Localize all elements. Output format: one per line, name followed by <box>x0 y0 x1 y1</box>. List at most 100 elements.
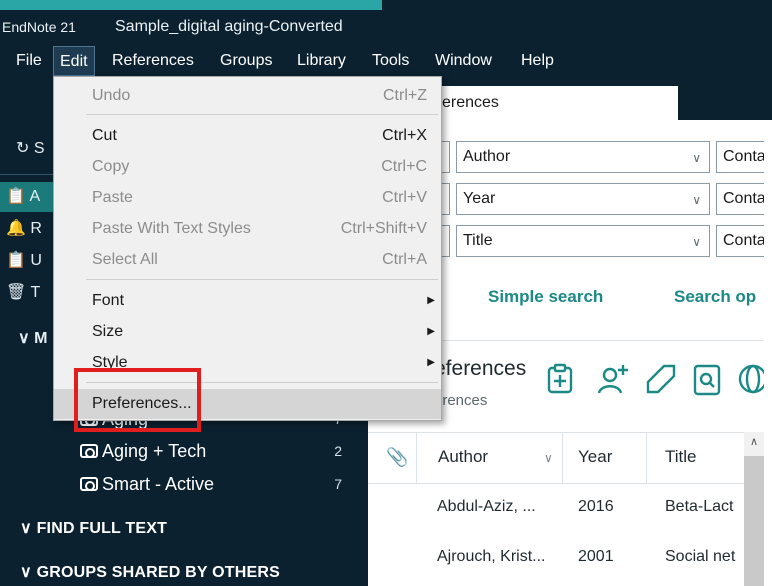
menu-window[interactable]: Window <box>429 46 498 76</box>
chevron-right-icon: ▶ <box>427 326 435 337</box>
chevron-down-icon: ∨ <box>18 330 30 347</box>
document-name: Sample_digital aging-Converted <box>115 18 343 35</box>
menu-tools[interactable]: Tools <box>366 46 415 76</box>
chevron-down-icon: ∨ <box>20 520 32 537</box>
smart-group-icon <box>80 477 98 491</box>
add-user-icon[interactable] <box>596 362 630 396</box>
title-accent-bar <box>0 0 382 10</box>
column-divider <box>646 433 647 483</box>
chevron-right-icon: ▶ <box>427 295 435 306</box>
sidebar-item-label: T <box>30 284 41 301</box>
smart-group-icon <box>80 444 98 458</box>
menu-item-size[interactable]: Size ▶ <box>54 317 441 347</box>
sidebar-item-label: R <box>30 220 42 237</box>
sidebar-item-label: A <box>29 188 41 205</box>
menu-separator <box>86 279 438 280</box>
menu-item-copy[interactable]: Copy Ctrl+C <box>54 152 441 182</box>
menu-separator <box>86 114 438 115</box>
menu-item-label: Cut <box>92 127 117 144</box>
column-year[interactable]: Year <box>578 447 612 467</box>
references-title: eferences <box>434 357 527 380</box>
simple-search-link[interactable]: Simple search <box>488 287 603 307</box>
sync-row[interactable]: ↻ S <box>16 134 45 164</box>
groups-shared-header[interactable]: ∨ GROUPS SHARED BY OTHERS <box>20 562 280 582</box>
sidebar-item-all[interactable]: 📋 A <box>0 182 60 212</box>
field-value: Author <box>463 148 511 165</box>
column-divider <box>416 433 417 483</box>
menu-item-label: Copy <box>92 158 130 175</box>
find-full-text-header[interactable]: ∨ FIND FULL TEXT <box>20 518 167 538</box>
app-name: EndNote 21 <box>2 19 76 35</box>
table-header: 📎 Author ∨ Year Title <box>368 432 748 484</box>
menu-file[interactable]: File <box>10 46 48 76</box>
group-item[interactable]: Aging + Tech 2 <box>80 436 350 466</box>
chevron-right-icon: ▶ <box>427 357 435 368</box>
column-divider <box>562 433 563 483</box>
search-options-link[interactable]: Search op <box>674 287 756 307</box>
new-reference-icon[interactable] <box>544 362 578 396</box>
menu-item-label: Undo <box>92 87 131 104</box>
column-title[interactable]: Title <box>665 447 697 467</box>
find-full-text-label: FIND FULL TEXT <box>36 520 168 537</box>
group-count: 2 <box>334 443 342 459</box>
sidebar-item-unfiled[interactable]: 📋 U <box>0 246 42 276</box>
group-count: 7 <box>334 476 342 492</box>
menu-item-label: Font <box>92 292 125 309</box>
menu-item-label: Select All <box>92 251 158 268</box>
column-author[interactable]: Author <box>438 447 488 467</box>
menu-item-font[interactable]: Font ▶ <box>54 286 441 316</box>
search-field-select[interactable]: Year ∨ <box>456 183 710 215</box>
sync-icon: ↻ <box>16 140 30 157</box>
clipboard-icon: 📋 <box>6 188 26 205</box>
scroll-up-icon[interactable]: ∧ <box>744 432 764 452</box>
menu-item-shortcut: Ctrl+A <box>382 251 427 268</box>
sidebar-item-recent[interactable]: 🔔 R <box>0 214 42 244</box>
menu-item-shortcut: Ctrl+Shift+V <box>340 220 427 237</box>
open-link-icon[interactable] <box>644 362 678 396</box>
sidebar-item-label: U <box>30 252 42 269</box>
menu-item-shortcut: Ctrl+X <box>382 127 427 144</box>
group-name: Smart - Active <box>102 474 215 494</box>
menu-item-shortcut: Ctrl+Z <box>383 87 427 104</box>
groups-shared-label: GROUPS SHARED BY OTHERS <box>36 564 281 581</box>
chevron-down-icon[interactable]: ∨ <box>544 451 553 465</box>
field-value: Year <box>463 190 496 207</box>
menu-item-select-all[interactable]: Select All Ctrl+A <box>54 245 441 275</box>
references-subtitle: erences <box>434 392 488 409</box>
menu-item-shortcut: Ctrl+V <box>382 189 427 206</box>
menu-bar: File Edit References Groups Library Tool… <box>0 46 772 76</box>
menu-library[interactable]: Library <box>291 46 352 76</box>
attachment-icon[interactable]: 📎 <box>386 447 408 468</box>
menu-item-undo[interactable]: Undo Ctrl+Z <box>54 81 441 111</box>
menu-item-paste-with-text-styles[interactable]: Paste With Text Styles Ctrl+Shift+V <box>54 214 441 244</box>
menu-item-paste[interactable]: Paste Ctrl+V <box>54 183 441 213</box>
search-field-select[interactable]: Author ∨ <box>456 141 710 173</box>
cell-title: Beta-Lact <box>665 498 734 515</box>
sidebar-item-trash[interactable]: 🗑 T <box>0 278 40 308</box>
chevron-down-icon: ∨ <box>692 235 701 249</box>
preferences-highlight-box <box>74 368 201 432</box>
menu-edit[interactable]: Edit <box>53 46 95 76</box>
menu-groups[interactable]: Groups <box>214 46 278 76</box>
group-item[interactable]: Smart - Active 7 <box>80 469 350 499</box>
bell-icon: 🔔 <box>6 220 26 237</box>
find-pdf-icon[interactable] <box>690 362 724 396</box>
chevron-down-icon: ∨ <box>692 151 701 165</box>
cell-year: 2001 <box>578 548 614 565</box>
cell-author: Ajrouch, Krist... <box>437 548 546 565</box>
chevron-down-icon: ∨ <box>20 564 32 581</box>
menu-item-cut[interactable]: Cut Ctrl+X <box>54 121 441 151</box>
menu-item-label: Paste With Text Styles <box>92 220 251 237</box>
my-groups-header[interactable]: ∨ M <box>18 324 48 354</box>
scrollbar-thumb[interactable] <box>744 456 764 586</box>
right-edge <box>764 120 772 586</box>
menu-references[interactable]: References <box>106 46 200 76</box>
search-field-select[interactable]: Title ∨ <box>456 225 710 257</box>
sync-label: S <box>33 140 45 157</box>
clipboard-icon: 📋 <box>6 252 26 269</box>
sidebar-divider <box>0 174 60 175</box>
menu-help[interactable]: Help <box>515 46 560 76</box>
my-groups-label: M <box>34 330 48 347</box>
cell-title: Social net <box>665 548 736 565</box>
menu-item-label: Paste <box>92 189 133 206</box>
